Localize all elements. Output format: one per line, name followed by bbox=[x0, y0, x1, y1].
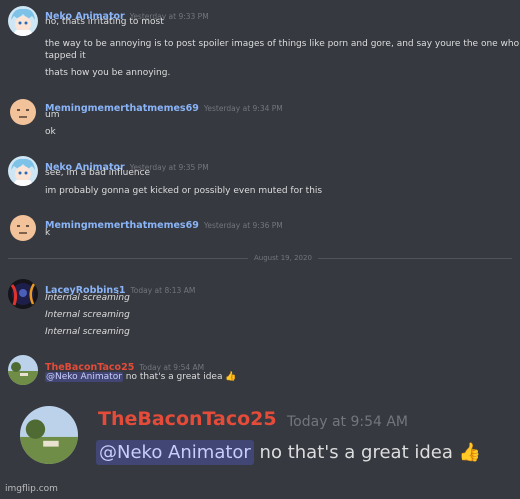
zoomed-message: TheBaconTaco25 Today at 9:54 AM @Neko An… bbox=[0, 390, 520, 499]
bacon-avatar-icon bbox=[20, 406, 78, 464]
message-text: Internal screaming bbox=[45, 327, 130, 337]
watermark: imgflip.com bbox=[5, 484, 58, 494]
thumbs-up-icon: 👍 bbox=[225, 372, 237, 382]
message-text: ok bbox=[45, 127, 56, 137]
bacon-avatar-icon[interactable] bbox=[8, 355, 38, 385]
message-text: no, thats irritating to most bbox=[45, 17, 164, 27]
neko-avatar-icon[interactable] bbox=[8, 156, 38, 186]
meming-avatar-icon[interactable] bbox=[8, 97, 38, 127]
message-text: Internal screaming bbox=[45, 293, 130, 303]
message-text: um bbox=[45, 110, 60, 120]
timestamp: Yesterday at 9:34 PM bbox=[203, 104, 283, 113]
date-divider: August 19, 2020 bbox=[8, 253, 512, 263]
author-name[interactable]: Memingmemerthatmemes69 bbox=[45, 220, 199, 231]
message-text: @Neko Animator no that's a great idea 👍 bbox=[96, 440, 482, 465]
lacey-avatar-icon[interactable] bbox=[8, 279, 38, 309]
message-text: k bbox=[45, 228, 51, 238]
timestamp: Yesterday at 9:36 PM bbox=[203, 221, 283, 230]
message-header: Memingmemerthatmemes69 Yesterday at 9:36 … bbox=[45, 213, 283, 232]
user-mention: @Neko Animator bbox=[96, 440, 254, 465]
user-mention[interactable]: @Neko Animator bbox=[45, 372, 123, 382]
message-text: tapped it bbox=[45, 51, 86, 61]
message-header: Memingmemerthatmemes69 Yesterday at 9:34 … bbox=[45, 96, 283, 115]
author-name: TheBaconTaco25 bbox=[98, 408, 277, 430]
message-text: @Neko Animator no that's a great idea 👍 bbox=[45, 372, 237, 383]
message-text: the way to be annoying is to post spoile… bbox=[45, 39, 520, 49]
timestamp: Today at 9:54 AM bbox=[287, 414, 409, 430]
divider-date: August 19, 2020 bbox=[248, 253, 318, 263]
message-body: no that's a great idea bbox=[253, 442, 453, 463]
timestamp: Today at 9:54 AM bbox=[139, 363, 205, 372]
message-text: Internal screaming bbox=[45, 310, 130, 320]
message-body: no that's a great idea bbox=[122, 372, 223, 382]
message-text: thats how you be annoying. bbox=[45, 68, 171, 78]
author-name[interactable]: Memingmemerthatmemes69 bbox=[45, 103, 199, 114]
neko-avatar-icon[interactable] bbox=[8, 6, 38, 36]
meming-avatar-icon[interactable] bbox=[8, 213, 38, 243]
message-text: see, im a bad influence bbox=[45, 168, 151, 178]
thumbs-up-icon: 👍 bbox=[458, 442, 482, 463]
message-text: im probably gonna get kicked or possibly… bbox=[45, 186, 323, 196]
timestamp: Today at 8:13 AM bbox=[130, 286, 196, 295]
